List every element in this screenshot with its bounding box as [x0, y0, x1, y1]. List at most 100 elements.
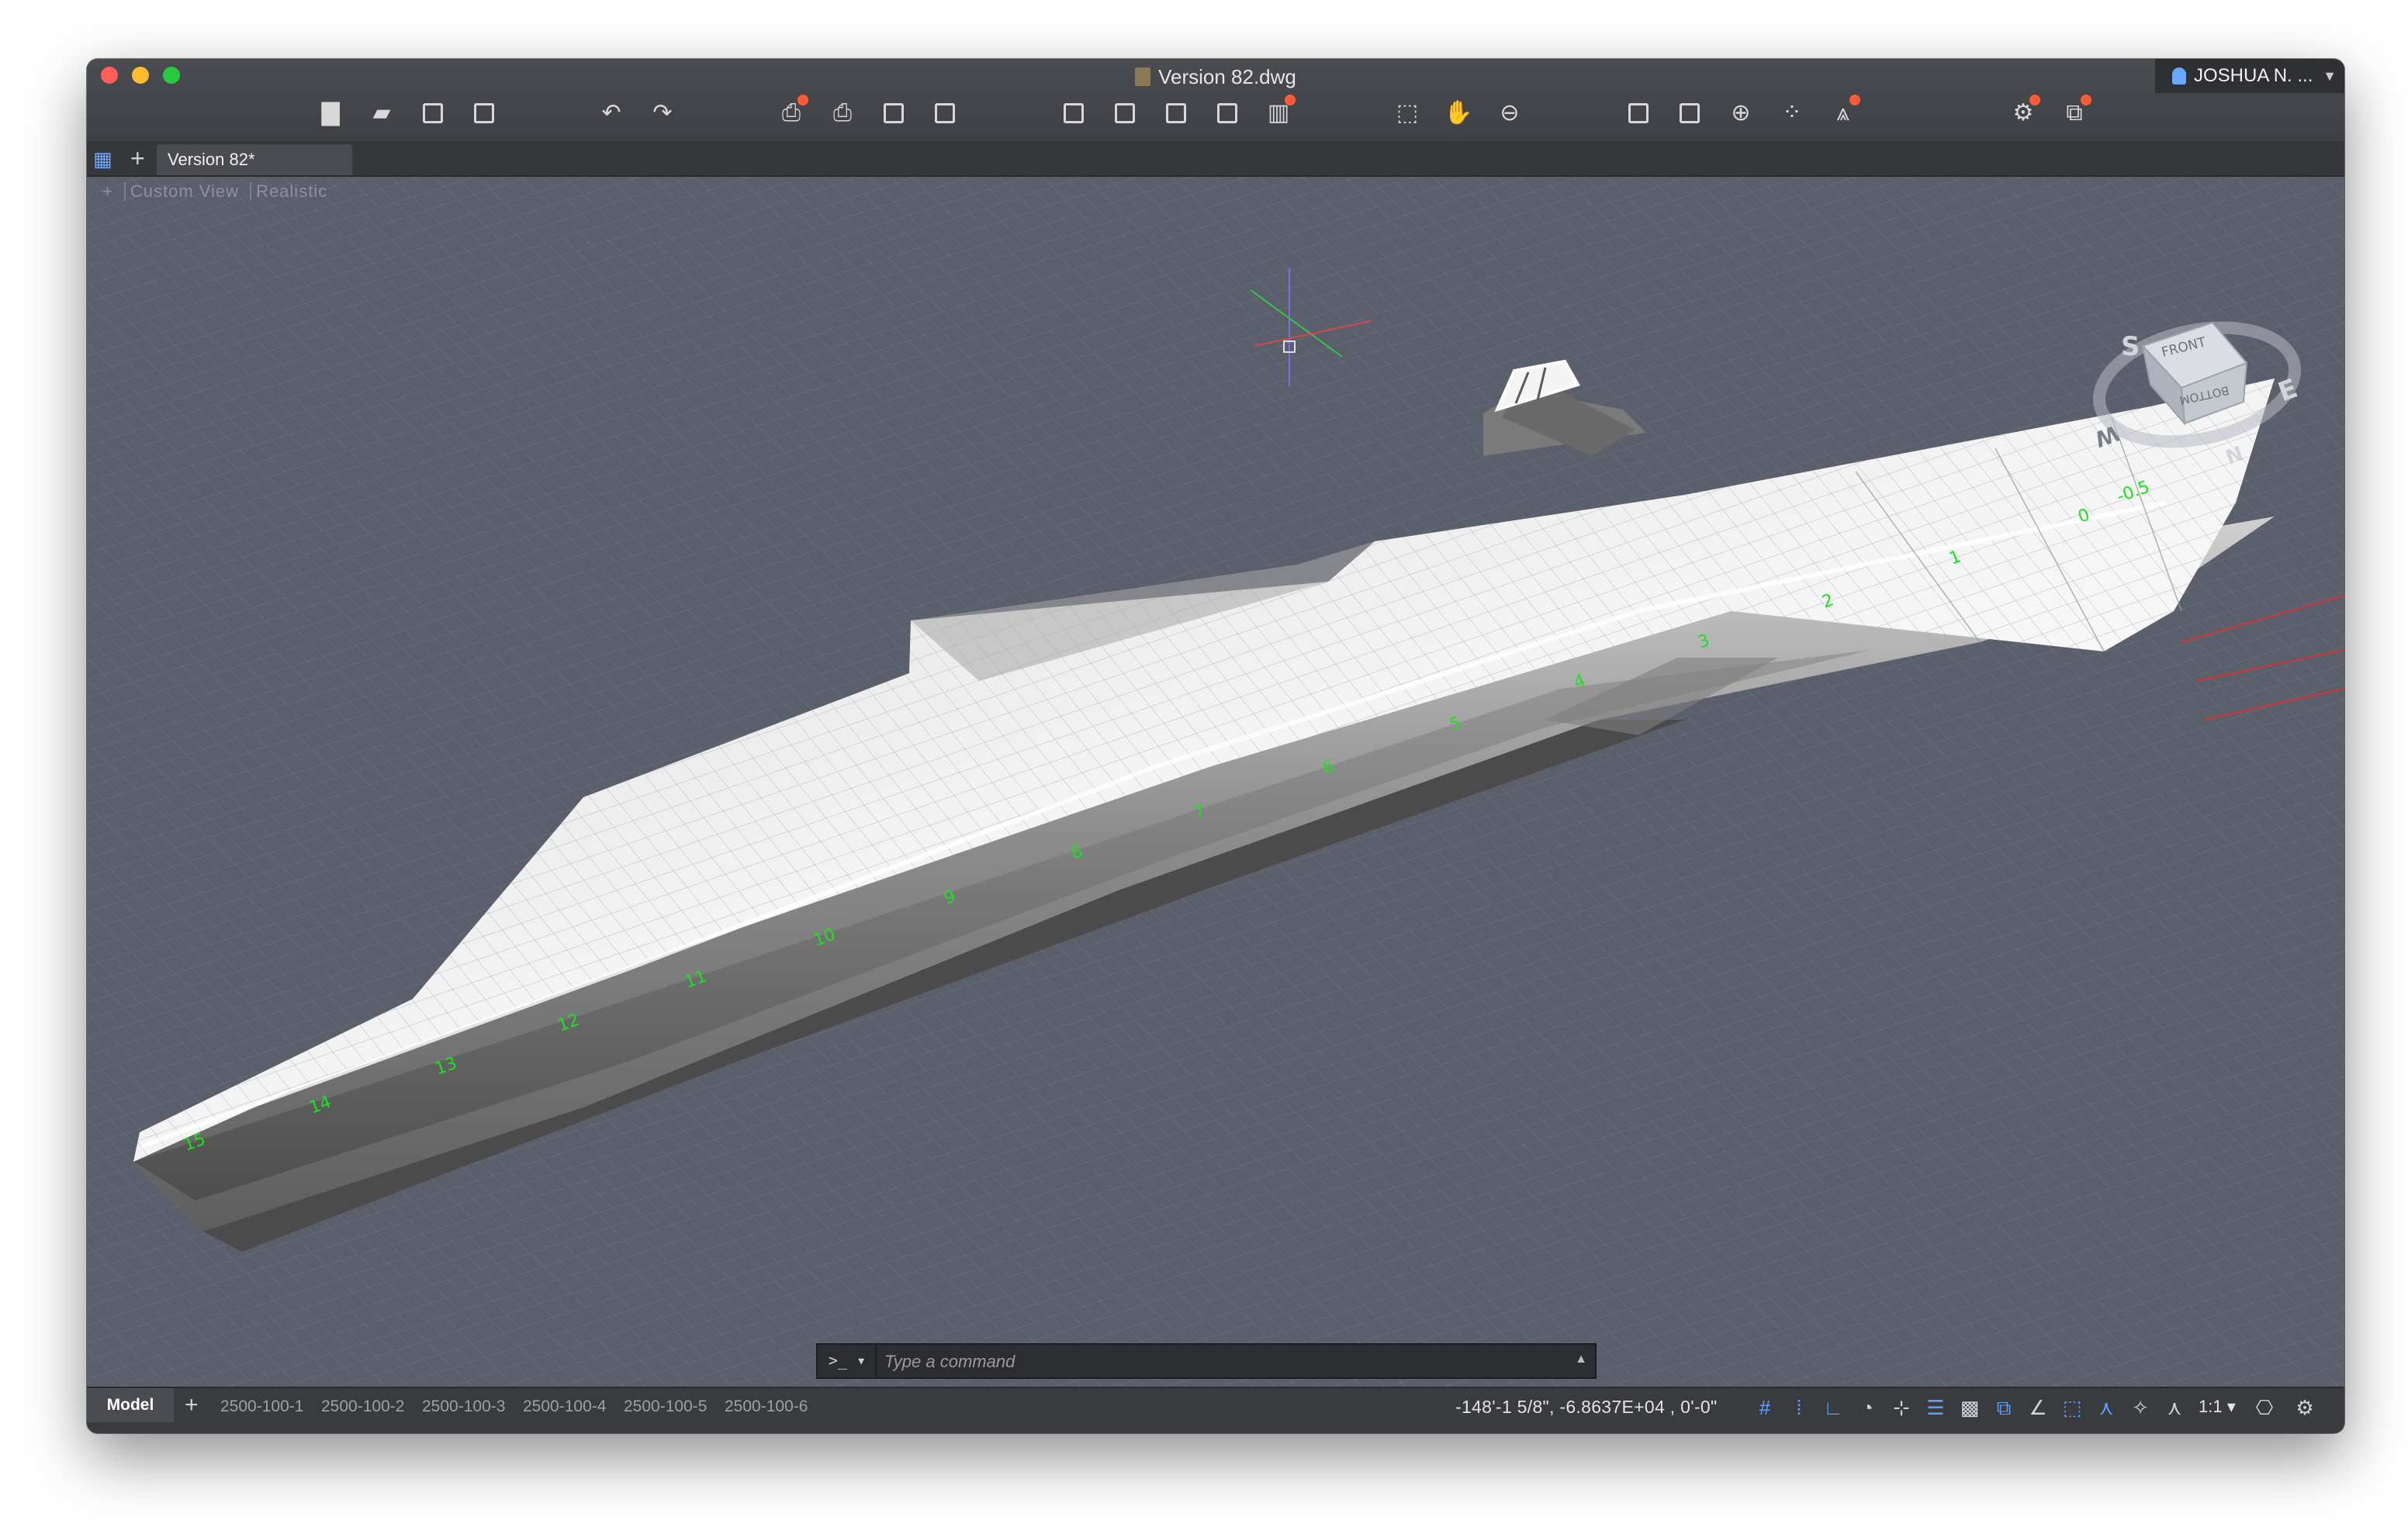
annotation-visibility-icon[interactable]: ⋏	[2095, 1396, 2118, 1419]
transparency-icon[interactable]: ▩	[1958, 1396, 1981, 1419]
compass-s: S	[2121, 331, 2140, 362]
snap-mode-icon[interactable]: ⁞	[1787, 1396, 1811, 1419]
command-input[interactable]	[883, 1348, 1569, 1376]
scale-text: 1:1	[2199, 1397, 2223, 1416]
cursor-coordinates: -148'-1 5/8", -6.8637E+04 , 0'-0"	[1455, 1397, 1718, 1417]
layer-button[interactable]	[1674, 98, 1705, 129]
tab-layout-3[interactable]: 2500-100-3	[422, 1394, 505, 1419]
insert-block-button[interactable]: ⊕	[1725, 98, 1756, 129]
grid-display-icon[interactable]: #	[1753, 1396, 1777, 1419]
status-bar: Model + 2500-100-1 2500-100-2 2500-100-3…	[87, 1387, 2344, 1433]
window-title-text: Version 82.dwg	[1158, 65, 1296, 88]
user-icon	[2172, 67, 2186, 85]
drawing-viewport[interactable]: 15 14 13 12 11 10 9 8 7 6 5 4 3 2 1 0 -0…	[87, 177, 2344, 1387]
annotation-scale-value[interactable]: 1:1 ▾	[2199, 1394, 2236, 1419]
layout-label: 2500-100-1	[220, 1398, 304, 1415]
orbit-icon: ⊖	[1500, 100, 1520, 126]
save-button[interactable]	[417, 98, 448, 129]
tab-layout-6[interactable]: 2500-100-6	[725, 1394, 808, 1419]
attach-button[interactable]	[1161, 98, 1192, 129]
tab-label: Version 82*	[168, 150, 255, 169]
tab-model[interactable]: Model	[87, 1388, 174, 1422]
quick-measure-button[interactable]: ⩓	[1828, 95, 1860, 129]
redo-button[interactable]: ↷	[647, 98, 678, 129]
new-file-icon: ▇	[321, 100, 340, 126]
group-icon: ⁘	[1782, 100, 1802, 126]
tab-layout-5[interactable]: 2500-100-5	[624, 1394, 707, 1419]
xref-icon	[1217, 103, 1237, 123]
title-bar: Version 82.dwg JOSHUA N. ... ▼ ▇ ▰ ↶ ↷ ⎙…	[87, 59, 2344, 143]
zoom-window-tool[interactable]: ⬚	[1392, 98, 1423, 129]
visual-style-button[interactable]: ⧉	[2059, 95, 2091, 129]
grid-view-icon[interactable]: ▦	[93, 149, 113, 169]
quick-measure-icon: ⩓	[1836, 100, 1850, 126]
attach-icon	[1166, 103, 1186, 123]
open-folder-icon: ▰	[372, 100, 391, 126]
layout-label: 2500-100-6	[725, 1398, 808, 1415]
tab-layout-4[interactable]: 2500-100-4	[523, 1394, 606, 1419]
share-button[interactable]: ▥	[1263, 95, 1296, 129]
user-name: JOSHUA N. ...	[2194, 65, 2313, 86]
new-file-button[interactable]: ▇	[315, 98, 346, 129]
publish-icon	[884, 103, 904, 123]
import-button[interactable]	[1058, 98, 1089, 129]
3d-object-snap-icon[interactable]: ⬚	[2060, 1396, 2084, 1419]
renderer-icon: ⚙	[2012, 100, 2034, 126]
dynamic-ucs-icon[interactable]: ∠	[2026, 1396, 2050, 1419]
xref-button[interactable]	[1212, 98, 1243, 129]
command-prompt-icon[interactable]: >_ ▾	[829, 1351, 866, 1370]
publish-button[interactable]	[878, 98, 909, 129]
visual-style-control[interactable]: Realistic	[256, 181, 327, 201]
command-prompt-text: >_	[829, 1351, 848, 1370]
pan-icon: ✋	[1444, 100, 1473, 126]
tab-layout-2[interactable]: 2500-100-2	[321, 1394, 404, 1419]
chevron-down-icon: ▼	[2323, 68, 2337, 84]
command-line: >_ ▾ ▲	[816, 1343, 1597, 1379]
insert-block-icon: ⊕	[1731, 100, 1751, 126]
command-history-icon[interactable]: ▲	[1575, 1353, 1587, 1366]
polar-tracking-icon[interactable]: ◔	[1856, 1396, 1879, 1419]
pan-tool[interactable]: ✋	[1443, 98, 1474, 129]
save-as-button[interactable]	[469, 98, 500, 129]
new-tab-button[interactable]: +	[130, 144, 145, 172]
undo-button[interactable]: ↶	[596, 98, 627, 129]
export-button[interactable]	[1109, 98, 1140, 129]
batch-plot-button[interactable]	[929, 98, 960, 129]
group-button[interactable]: ⁘	[1777, 98, 1808, 129]
viewport-menu-button[interactable]: +	[102, 181, 113, 201]
notification-badge	[2081, 95, 2091, 105]
open-file-button[interactable]: ▰	[366, 98, 397, 129]
window-title: Version 82.dwg	[87, 65, 2344, 89]
user-menu[interactable]: JOSHUA N. ... ▼	[2155, 59, 2344, 93]
viewport-separator	[123, 182, 126, 201]
view-control[interactable]: Custom View	[130, 181, 239, 201]
lineweight-icon[interactable]: ☰	[1924, 1396, 1947, 1419]
auto-scale-icon[interactable]: ✧	[2129, 1396, 2152, 1419]
ortho-mode-icon[interactable]: ∟	[1822, 1396, 1845, 1419]
layer-icon	[1680, 103, 1700, 123]
workspace-icon[interactable]: ⎔	[2253, 1396, 2276, 1419]
add-layout-button[interactable]: +	[185, 1390, 199, 1421]
visual-style-icon: ⧉	[2066, 100, 2083, 126]
layout-label: 2500-100-2	[321, 1398, 405, 1415]
model-scene: 15 14 13 12 11 10 9 8 7 6 5 4 3 2 1 0 -0…	[87, 177, 2344, 1387]
tab-model-label: Model	[106, 1396, 154, 1414]
notification-badge	[2029, 95, 2040, 105]
layout-label: 2500-100-5	[624, 1398, 708, 1415]
notification-badge	[797, 95, 808, 105]
print-button[interactable]: ⎙	[827, 98, 858, 129]
gear-icon[interactable]: ⚙	[2293, 1396, 2316, 1419]
properties-button[interactable]	[1623, 98, 1654, 129]
share-icon: ▥	[1267, 100, 1290, 126]
batch-plot-icon	[935, 103, 955, 123]
tab-layout-1[interactable]: 2500-100-1	[220, 1394, 303, 1419]
object-snap-tracking-icon[interactable]: ⊹	[1890, 1396, 1913, 1419]
plot-icon: ⎙	[782, 100, 801, 126]
selection-cycling-icon[interactable]: ⧉	[1992, 1396, 2015, 1419]
renderer-button[interactable]: ⚙	[2008, 95, 2040, 129]
plot-button[interactable]: ⎙	[776, 95, 808, 129]
annotation-scale-icon[interactable]: ⋏	[2163, 1396, 2186, 1419]
properties-icon	[1628, 103, 1649, 123]
tab-version-82[interactable]: Version 82*	[157, 144, 352, 175]
orbit-tool[interactable]: ⊖	[1494, 98, 1525, 129]
